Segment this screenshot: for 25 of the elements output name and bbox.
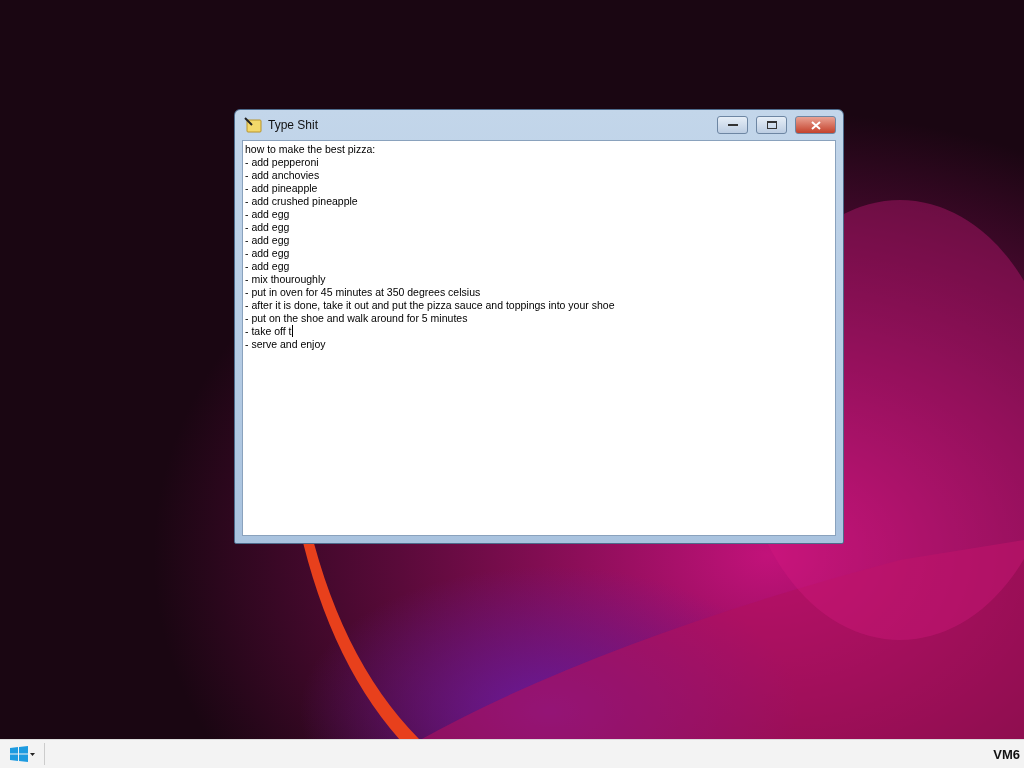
text-line: - add egg (245, 234, 290, 246)
minimize-icon (727, 123, 738, 127)
text-line: - take off t (245, 325, 292, 337)
text-line: - add pepperoni (245, 156, 319, 168)
text-line: - mix thouroughly (245, 273, 326, 285)
text-line: - put in oven for 45 minutes at 350 degrees celsius (245, 286, 481, 298)
text-line: - serve and enjoy (245, 338, 326, 350)
maximize-icon (766, 121, 777, 129)
text-line: - add egg (245, 221, 290, 233)
taskbar-label: VM6 (993, 746, 1020, 762)
notepad-icon (244, 117, 262, 133)
text-line: how to make the best pizza: (245, 143, 376, 155)
text-line: - add crushed pineapple (245, 195, 358, 207)
text-line: - add egg (245, 247, 290, 259)
close-button[interactable] (795, 116, 836, 134)
text-line: - add egg (245, 260, 290, 272)
window-title: Type Shit (268, 118, 320, 132)
close-icon (810, 120, 821, 130)
text-line: - add pineapple (245, 182, 318, 194)
text-line: - add egg (245, 208, 290, 220)
minimize-button[interactable] (717, 116, 748, 134)
text-line: - after it is done, take it out and put the pizza sauce and toppings into your shoe (245, 299, 615, 311)
text-line: - put on the shoe and walk around for 5 minutes (245, 312, 468, 324)
maximize-button[interactable] (756, 116, 787, 134)
text-line: - add anchovies (245, 169, 320, 181)
